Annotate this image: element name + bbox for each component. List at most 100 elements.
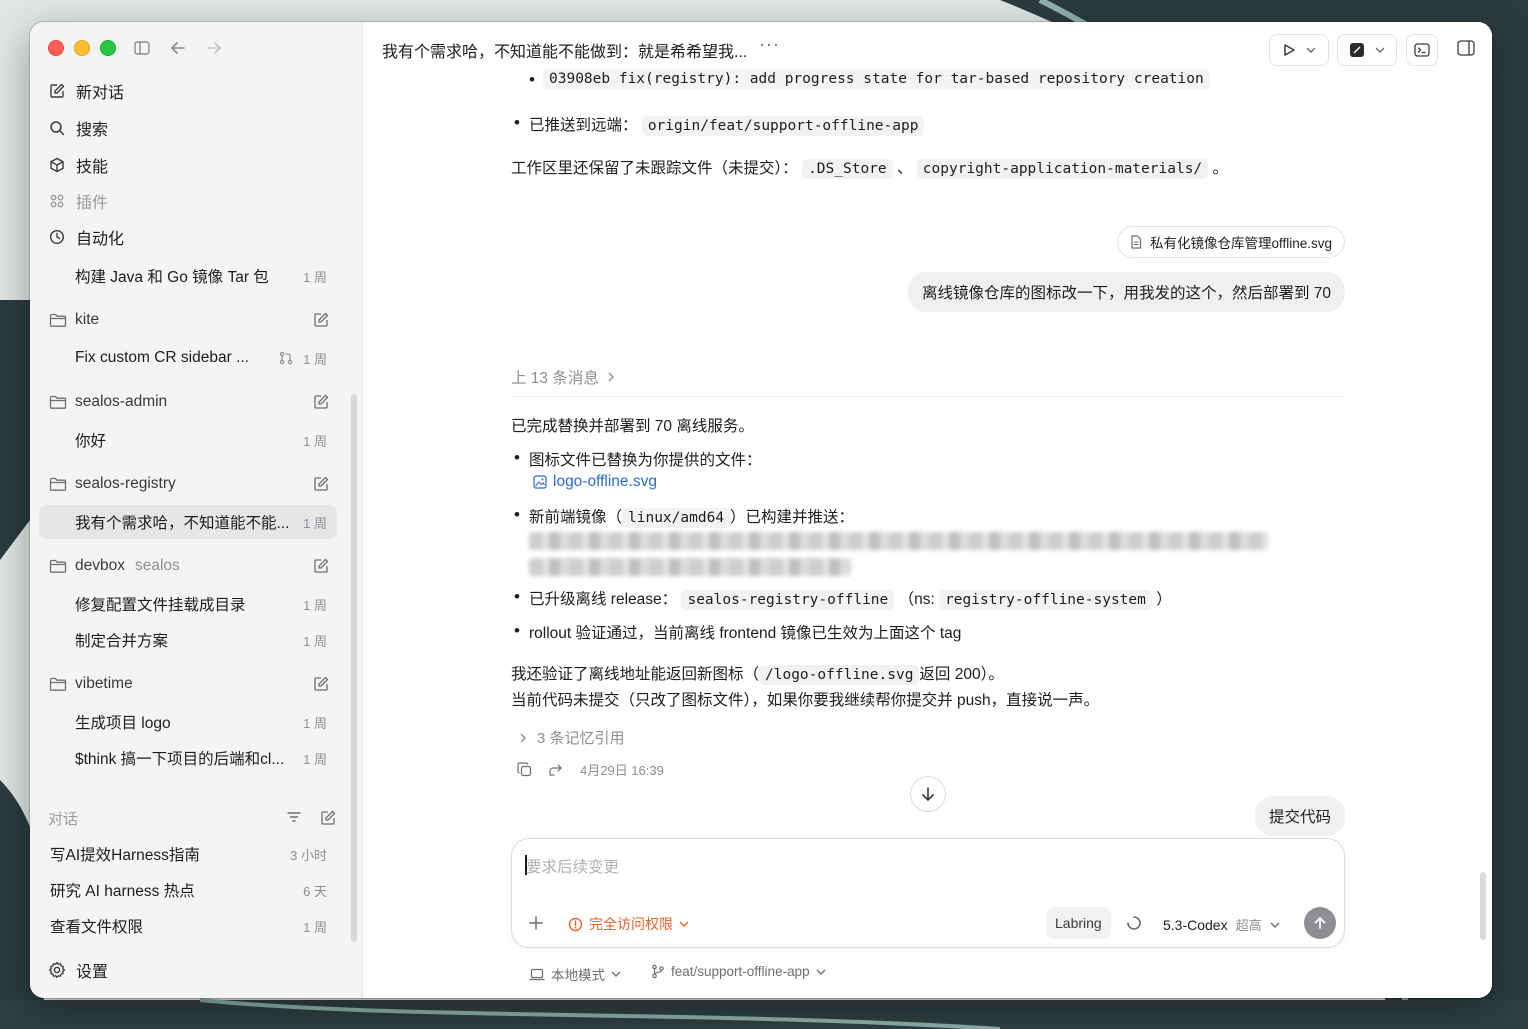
project-name: sealos-admin	[75, 393, 168, 410]
sidebar-toggle-icon[interactable]	[131, 38, 153, 58]
chevron-down-icon	[816, 969, 826, 975]
search-icon	[48, 119, 66, 137]
new-thread-icon[interactable]	[313, 312, 329, 328]
mode-label: 本地模式	[551, 968, 605, 983]
new-thread-icon[interactable]	[313, 558, 329, 574]
chat-row[interactable]: 研究 AI harness 热点 6 天	[39, 873, 337, 907]
minimize-window-button[interactable]	[74, 40, 90, 56]
project-kite[interactable]: kite	[39, 303, 337, 337]
thread-row[interactable]: $think 搞一下项目的后端和cl... 1 周	[39, 741, 337, 775]
more-options-icon[interactable]: ···	[759, 34, 780, 55]
composer-input[interactable]: 要求后续变更	[526, 855, 619, 877]
fork-icon[interactable]	[548, 762, 564, 777]
thread-header-title: 我有个需求哈，不知道能不能做到：就是希希望我...	[382, 44, 748, 61]
new-thread-icon[interactable]	[313, 476, 329, 492]
open-in-app-button[interactable]	[1337, 34, 1397, 66]
nav-plugins[interactable]: 插件	[48, 186, 108, 216]
thread-row-active[interactable]: 我有个需求哈，不知道能不能... 1 周	[39, 505, 337, 539]
chat-title: 查看文件权限	[50, 919, 144, 936]
thread-row[interactable]: 生成项目 logo 1 周	[39, 705, 337, 739]
arrow-up-icon	[1314, 917, 1326, 929]
nav-search[interactable]: 搜索	[48, 113, 108, 143]
git-branch-icon	[652, 964, 664, 979]
zoom-window-button[interactable]	[100, 40, 116, 56]
workspace-chip[interactable]: Labring	[1046, 907, 1111, 939]
thread-title: 你好	[75, 433, 107, 450]
bullet-rollout: rollout 验证通过，当前离线 frontend 镜像已生效为上面这个 ta…	[514, 621, 962, 643]
thread-row[interactable]: 制定合并方案 1 周	[39, 623, 337, 657]
branch-selector[interactable]: feat/support-offline-app	[651, 964, 826, 979]
close-window-button[interactable]	[48, 40, 64, 56]
memory-refs-toggle[interactable]: 3 条记忆引用	[519, 727, 625, 748]
grid-icon	[48, 192, 66, 210]
thread-time: 1 周	[303, 351, 327, 367]
bullet-text: rollout 验证通过，当前离线 frontend 镜像已生效为上面这个 ta…	[529, 625, 962, 642]
run-button[interactable]	[1269, 34, 1329, 66]
chat-row[interactable]: 写AI提效Harness指南 3 小时	[39, 837, 337, 871]
bullet-image-built: 新前端镜像（linux/amd64）已构建并推送：	[514, 505, 854, 528]
thread-title: 我有个需求哈，不知道能不能...	[75, 515, 290, 532]
nav-search-label: 搜索	[76, 122, 109, 139]
scroll-to-bottom-button[interactable]	[910, 776, 946, 812]
chat-row[interactable]: 查看文件权限 1 周	[39, 909, 337, 943]
new-thread-icon[interactable]	[313, 394, 329, 410]
commit-code: 03908eb fix(registry): add progress stat…	[543, 69, 1210, 89]
prev-messages-toggle[interactable]: 上 13 条消息	[511, 366, 615, 388]
sidebar-scrollbar[interactable]	[351, 394, 357, 942]
folder-icon	[49, 477, 67, 491]
filter-icon[interactable]	[286, 810, 302, 824]
platform-code: linux/amd64	[622, 508, 731, 528]
forward-arrow-icon[interactable]	[203, 38, 225, 58]
nav-new-chat[interactable]: 新对话	[48, 76, 124, 106]
warning-icon	[568, 917, 583, 931]
thread-time: 1 周	[303, 433, 327, 449]
main-scrollbar[interactable]	[1480, 872, 1486, 940]
untracked-line: 工作区里还保留了未跟踪文件（未提交）： .DS_Store 、 copyrigh…	[511, 156, 1228, 179]
automation-item[interactable]: 构建 Java 和 Go 镜像 Tar 包 1 周	[39, 259, 337, 293]
verify-line: 我还验证了离线地址能返回新图标（/logo-offline.svg 返回 200）…	[511, 662, 1004, 685]
permission-dropdown[interactable]: 完全访问权限	[568, 914, 689, 934]
thread-row[interactable]: Fix custom CR sidebar ... 1 周	[39, 341, 337, 375]
untracked-end: 。	[1212, 160, 1228, 177]
back-arrow-icon[interactable]	[167, 38, 189, 58]
project-vibetime[interactable]: vibetime	[39, 667, 337, 701]
model-selector[interactable]: 5.3-Codex 超高	[1163, 915, 1280, 934]
chat-time: 6 天	[303, 883, 327, 899]
project-devbox[interactable]: devbox sealos	[39, 549, 337, 583]
terminal-button[interactable]	[1406, 34, 1438, 66]
project-sub: sealos	[134, 557, 180, 574]
send-button[interactable]	[1304, 907, 1336, 939]
arrow-down-icon	[922, 787, 934, 801]
mode-selector[interactable]: 本地模式	[529, 964, 621, 984]
add-attachment-icon[interactable]	[528, 911, 544, 937]
thread-title: 生成项目 logo	[75, 715, 171, 732]
settings-label: 设置	[76, 964, 109, 981]
project-sealos-admin[interactable]: sealos-admin	[39, 385, 337, 419]
user-message: 离线镜像仓库的图标改一下，用我发的这个，然后部署到 70	[907, 272, 1345, 312]
thread-title: 修复配置文件挂载成目录	[75, 597, 246, 614]
project-sealos-registry[interactable]: sealos-registry	[39, 467, 337, 501]
new-chat-icon[interactable]	[320, 810, 336, 826]
copy-icon[interactable]	[517, 762, 532, 777]
bullet: •	[529, 70, 535, 89]
thread-title: 制定合并方案	[75, 633, 169, 650]
settings-button[interactable]: 设置	[48, 958, 108, 982]
chevron-right-icon	[520, 733, 526, 742]
new-thread-icon[interactable]	[313, 676, 329, 692]
nav-automation[interactable]: 自动化	[48, 222, 124, 252]
file-link[interactable]: logo-offline.svg	[533, 473, 657, 491]
app-logo-icon	[1350, 43, 1364, 57]
thread-row[interactable]: 你好 1 周	[39, 423, 337, 457]
untracked-sep: 、	[896, 160, 913, 177]
bullet-text: ）	[1156, 591, 1172, 608]
reasoning-level: 超高	[1235, 918, 1262, 933]
verify-text: 我还验证了离线地址能返回新图标（	[511, 666, 760, 683]
file-icon	[1131, 235, 1142, 249]
nav-skills[interactable]: 技能	[48, 150, 108, 180]
automation-item-time: 1 周	[303, 269, 327, 285]
attachment-chip[interactable]: 私有化镜像仓库管理offline.svg	[1116, 226, 1345, 258]
thread-row[interactable]: 修复配置文件挂载成目录 1 周	[39, 587, 337, 621]
toggle-panel-icon[interactable]	[1457, 40, 1475, 61]
nav-new-chat-label: 新对话	[76, 85, 125, 102]
clock-icon	[48, 228, 66, 246]
